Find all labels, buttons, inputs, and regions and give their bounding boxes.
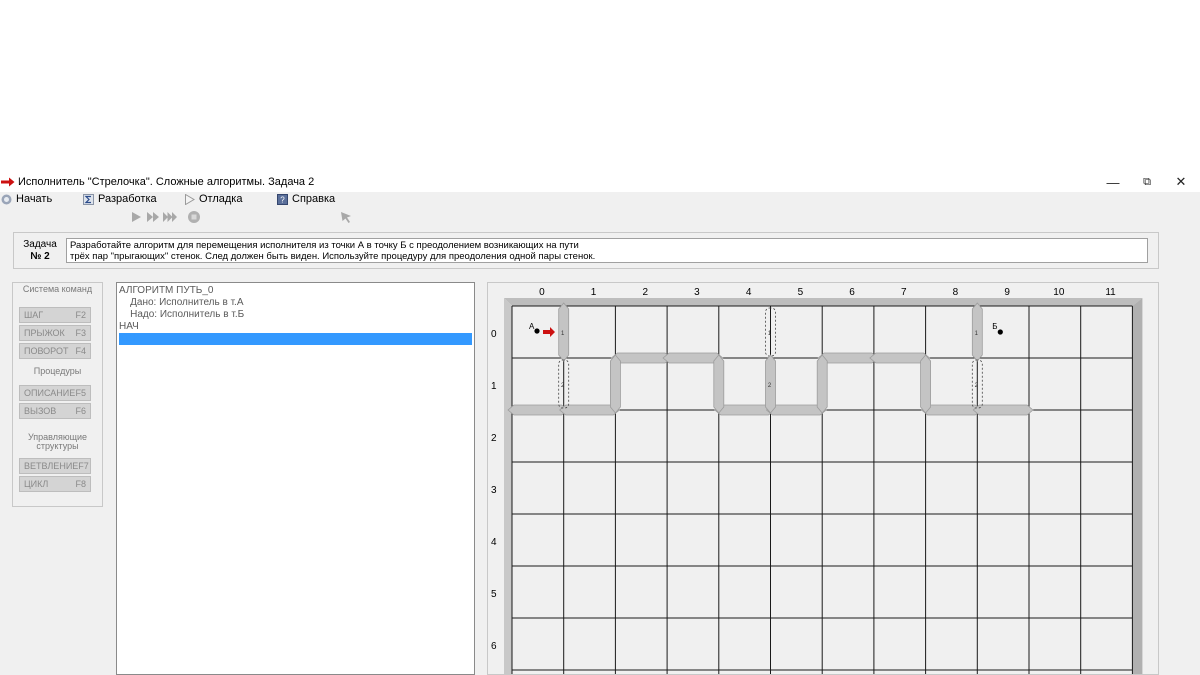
task-number: № 2 xyxy=(30,251,50,262)
loop-command-key: F8 xyxy=(75,479,86,489)
point-a-dot xyxy=(534,328,540,334)
column-label: 10 xyxy=(1053,287,1065,298)
column-label: 7 xyxy=(901,287,907,298)
column-label: 8 xyxy=(953,287,959,298)
svg-text:?: ? xyxy=(280,195,285,204)
field-frame-right xyxy=(1132,298,1143,674)
column-label: 1 xyxy=(591,287,597,298)
wall-vertical xyxy=(713,354,725,414)
column-label: 2 xyxy=(642,287,648,298)
jump-command-button[interactable]: ПРЫЖОК F3 xyxy=(19,325,91,341)
wall-vertical xyxy=(920,354,932,414)
cursor-tool-icon[interactable] xyxy=(339,210,353,224)
field-frame-top xyxy=(504,298,1143,306)
wall-horizontal xyxy=(972,404,1034,416)
branch-command-key: F7 xyxy=(78,461,89,471)
field-panel: 0 1 2 3 4 5 6 7 8 9 10 11 0 1 2 3 4 5 6 1 2 1 2 1 2 А Б xyxy=(487,282,1159,675)
column-label: 9 xyxy=(1004,287,1010,298)
task-label: Задача xyxy=(23,239,57,250)
wall-horizontal xyxy=(507,404,569,416)
help-book-icon: ? xyxy=(277,193,288,205)
task-line-1: Разработайте алгоритм для перемещения ис… xyxy=(70,240,579,251)
call-command-key: F6 xyxy=(75,406,86,416)
point-b-label: Б xyxy=(992,322,997,331)
code-line-given[interactable]: Дано: Исполнитель в т.А xyxy=(119,297,472,309)
row-label: 5 xyxy=(491,589,497,600)
column-label: 4 xyxy=(746,287,752,298)
task-description: Разработайте алгоритм для перемещения ис… xyxy=(66,238,1148,263)
step-command-label: ШАГ xyxy=(24,310,44,320)
control-structures-label: Управляющие структуры xyxy=(27,432,88,451)
turn-command-key: F4 xyxy=(75,346,86,356)
step-command-button[interactable]: ШАГ F2 xyxy=(19,307,91,323)
row-label: 0 xyxy=(491,329,497,340)
code-line-algorithm[interactable]: АЛГОРИТМ ПУТЬ_0 xyxy=(119,285,472,297)
description-command-label: ОПИСАНИЕ xyxy=(24,388,76,398)
grid-field[interactable]: 0 1 2 3 4 5 6 7 8 9 10 110123456121212А Б xyxy=(488,283,1159,675)
branch-command-label: ВЕТВЛЕНИЕ xyxy=(24,461,79,471)
stop-icon[interactable] xyxy=(187,210,201,224)
branch-command-button[interactable]: ВЕТВЛЕНИЕ F7 xyxy=(19,458,91,474)
task-line-2: трёх пар "прыгающих" стенок. След должен… xyxy=(70,251,596,262)
window-title: Исполнитель "Стрелочка". Сложные алгорит… xyxy=(18,176,315,188)
red-arrow-icon xyxy=(1,177,15,187)
row-label: 3 xyxy=(491,485,497,496)
menu-start[interactable]: Начать xyxy=(1,193,52,205)
description-command-key: F5 xyxy=(75,388,86,398)
task-panel: Задача № 2 Разработайте алгоритм для пер… xyxy=(13,232,1159,269)
task-header: Задача № 2 xyxy=(14,239,66,263)
column-label: 5 xyxy=(798,287,804,298)
point-b-dot xyxy=(997,329,1003,335)
toolbar xyxy=(0,208,1200,226)
step-fast-icon[interactable] xyxy=(146,210,160,224)
loop-command-button[interactable]: ЦИКЛ F8 xyxy=(19,476,91,492)
column-label: 11 xyxy=(1105,287,1116,298)
turn-command-label: ПОВОРОТ xyxy=(24,346,69,356)
step-command-key: F2 xyxy=(75,310,86,320)
call-command-label: ВЫЗОВ xyxy=(24,406,57,416)
row-label: 2 xyxy=(491,433,497,444)
column-label: 3 xyxy=(694,287,700,298)
call-command-button[interactable]: ВЫЗОВ F6 xyxy=(19,403,91,419)
menu-start-label: Начать xyxy=(16,193,53,205)
command-panel: Система команд ШАГ F2 ПРЫЖОК F3 ПОВОРОТ … xyxy=(12,282,103,507)
jump-command-key: F3 xyxy=(75,328,86,338)
loop-command-label: ЦИКЛ xyxy=(24,479,49,489)
menu-bar: Начать Разработка Отладка ? Справка xyxy=(0,192,1200,207)
code-line-required[interactable]: Надо: Исполнитель в т.Б xyxy=(119,309,472,321)
system-commands-label: Система команд xyxy=(22,284,93,294)
row-label: 1 xyxy=(491,381,497,392)
procedures-label: Процедуры xyxy=(33,366,82,376)
play-outline-icon xyxy=(185,193,195,205)
restore-button[interactable]: ⧉ xyxy=(1130,172,1164,192)
sigma-icon xyxy=(83,193,94,205)
title-bar: Исполнитель "Стрелочка". Сложные алгорит… xyxy=(0,172,1200,192)
menu-debug-label: Отладка xyxy=(199,193,243,205)
menu-help[interactable]: ? Справка xyxy=(277,193,335,205)
app-window: Исполнитель "Стрелочка". Сложные алгорит… xyxy=(0,172,1200,675)
menu-development[interactable]: Разработка xyxy=(83,193,157,205)
point-a-label: А xyxy=(529,322,535,331)
jump-command-label: ПРЫЖОК xyxy=(24,328,65,338)
code-line-end-selected[interactable]: КОН xyxy=(119,333,472,345)
description-command-button[interactable]: ОПИСАНИЕ F5 xyxy=(19,385,91,401)
menu-development-label: Разработка xyxy=(98,193,157,205)
field-frame-left xyxy=(504,298,512,674)
wall-vertical xyxy=(610,354,621,414)
close-button[interactable]: ✕ xyxy=(1164,172,1198,192)
menu-debug[interactable]: Отладка xyxy=(184,193,242,205)
row-label: 6 xyxy=(491,641,497,652)
turn-command-button[interactable]: ПОВОРОТ F4 xyxy=(19,343,91,359)
power-icon xyxy=(1,194,12,204)
run-icon[interactable] xyxy=(129,210,143,224)
wall-vertical xyxy=(816,354,828,414)
menu-help-label: Справка xyxy=(292,193,336,205)
row-label: 4 xyxy=(491,537,497,548)
step-fastest-icon[interactable] xyxy=(163,210,177,224)
code-line-begin[interactable]: НАЧ xyxy=(119,321,472,333)
algorithm-editor[interactable]: АЛГОРИТМ ПУТЬ_0 Дано: Исполнитель в т.А … xyxy=(116,282,475,675)
minimize-button[interactable]: — xyxy=(1096,172,1130,192)
column-label: 0 xyxy=(539,287,545,298)
column-label: 6 xyxy=(849,287,855,298)
